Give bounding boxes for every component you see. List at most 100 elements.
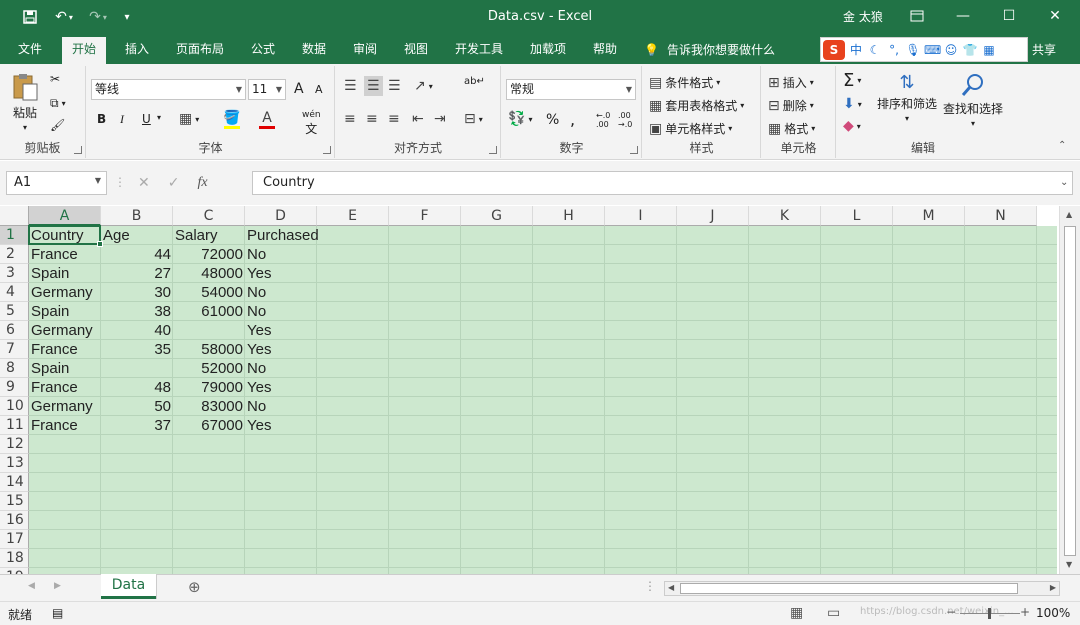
tab-page-layout[interactable]: 页面布局 [176, 40, 224, 64]
cell-c2[interactable]: 72000 [173, 245, 245, 264]
column-header-h[interactable]: H [533, 206, 605, 226]
cell-d2[interactable]: No [245, 245, 317, 264]
share-button[interactable]: 共享 [1032, 41, 1056, 58]
tab-file[interactable]: 文件 [18, 40, 42, 64]
column-header-b[interactable]: B [101, 206, 173, 226]
find-select-button[interactable]: 查找和选择 ▾ [943, 72, 1003, 128]
collapse-ribbon-icon[interactable]: ⌃ [1058, 140, 1066, 151]
comma-style-button[interactable]: , [570, 110, 575, 129]
clipboard-launcher-icon[interactable] [74, 146, 82, 154]
cell-c4[interactable]: 54000 [173, 283, 245, 302]
row-header[interactable]: 6 [0, 321, 29, 340]
moon-icon[interactable]: ☾ [867, 43, 883, 57]
insert-function-icon[interactable]: fx [197, 175, 207, 191]
clear-icon[interactable]: ◆ ▾ [843, 118, 861, 134]
prev-sheet-icon[interactable]: ◀ [28, 581, 35, 591]
cell-d3[interactable]: Yes [245, 264, 317, 283]
delete-cells-button[interactable]: ⊟ 删除 ▾ [768, 97, 814, 114]
format-painter-icon[interactable]: 🖌 [50, 118, 65, 132]
cell-b6[interactable]: 40 [101, 321, 173, 340]
column-header-f[interactable]: F [389, 206, 461, 226]
column-header-g[interactable]: G [461, 206, 533, 226]
orientation-icon[interactable]: ↗ ▾ [414, 78, 433, 94]
expand-formula-icon[interactable]: ⌄ [1060, 177, 1068, 188]
row-header[interactable]: 8 [0, 359, 29, 378]
next-sheet-icon[interactable]: ▶ [54, 581, 61, 591]
worksheet-grid[interactable]: ABCDEFGHIJKLMN 1 2 3 4 5 6 7 8 9 10 11 12 13 14 15 16 17… [0, 206, 1080, 574]
horizontal-scrollbar[interactable]: ◀ ▶ [664, 581, 1060, 596]
paste-button[interactable]: 粘贴 ▾ [10, 72, 40, 132]
phonetic-icon[interactable]: wén 文 [302, 110, 321, 137]
cell-c7[interactable]: 58000 [173, 340, 245, 359]
vertical-scroll-thumb[interactable] [1064, 226, 1076, 556]
cell-a3[interactable]: Spain [29, 264, 101, 283]
zoom-in-button[interactable]: + [1020, 605, 1030, 619]
tell-me-box[interactable]: 💡 告诉我你想要做什么 [644, 41, 775, 58]
new-sheet-icon[interactable]: ⊕ [188, 578, 201, 596]
copy-icon[interactable]: ⧉ ▾ [50, 96, 66, 111]
insert-cells-button[interactable]: ⊞ 插入 ▾ [768, 74, 814, 91]
cell-d7[interactable]: Yes [245, 340, 317, 359]
percent-style-button[interactable]: % [546, 112, 559, 128]
row-header[interactable]: 11 [0, 416, 29, 435]
cell-c8[interactable]: 52000 [173, 359, 245, 378]
column-header-k[interactable]: K [749, 206, 821, 226]
column-header-j[interactable]: J [677, 206, 749, 226]
cell-b1[interactable]: Age [101, 226, 173, 245]
font-color-icon[interactable]: A [259, 110, 275, 129]
row-header[interactable]: 17 [0, 530, 29, 549]
row-header[interactable]: 3 [0, 264, 29, 283]
cell-c9[interactable]: 79000 [173, 378, 245, 397]
align-middle-icon[interactable]: ☰ [364, 76, 383, 96]
tab-insert[interactable]: 插入 [125, 40, 149, 64]
user-icon[interactable]: ☺ [943, 43, 959, 57]
row-header[interactable]: 18 [0, 549, 29, 568]
cell-a6[interactable]: Germany [29, 321, 101, 340]
shrink-font-button[interactable]: A [315, 83, 323, 96]
border-icon[interactable]: ▦ ▾ [179, 111, 199, 127]
format-as-table-button[interactable]: ▦ 套用表格格式 ▾ [649, 97, 744, 114]
cell-d4[interactable]: No [245, 283, 317, 302]
cell-a8[interactable]: Spain [29, 359, 101, 378]
tab-view[interactable]: 视图 [404, 40, 428, 64]
row-header[interactable]: 2 [0, 245, 29, 264]
column-header-e[interactable]: E [317, 206, 389, 226]
decrease-indent-icon[interactable]: ⇤ [412, 111, 424, 127]
underline-dropdown-icon[interactable]: ▾ [157, 113, 161, 122]
cell-a11[interactable]: France [29, 416, 101, 435]
shirt-icon[interactable]: 👕 [962, 43, 978, 57]
align-center-icon[interactable]: ≡ [366, 111, 378, 127]
font-launcher-icon[interactable] [323, 146, 331, 154]
column-header-a[interactable]: A [29, 206, 101, 226]
cell-b5[interactable]: 38 [101, 302, 173, 321]
conditional-format-button[interactable]: ▤ 条件格式 ▾ [649, 74, 720, 91]
cell-a4[interactable]: Germany [29, 283, 101, 302]
fill-color-icon[interactable]: 🪣 [223, 110, 240, 129]
cell-a7[interactable]: France [29, 340, 101, 359]
cell-a5[interactable]: Spain [29, 302, 101, 321]
row-header[interactable]: 15 [0, 492, 29, 511]
cell-c10[interactable]: 83000 [173, 397, 245, 416]
cell-c5[interactable]: 61000 [173, 302, 245, 321]
row-header[interactable]: 1 [0, 226, 29, 245]
cell-d10[interactable]: No [245, 397, 317, 416]
row-header[interactable]: 5 [0, 302, 29, 321]
row-header[interactable]: 13 [0, 454, 29, 473]
cell-b7[interactable]: 35 [101, 340, 173, 359]
mic-icon[interactable]: 🎙 [905, 43, 921, 57]
select-all-corner[interactable] [0, 206, 29, 226]
cell-b10[interactable]: 50 [101, 397, 173, 416]
row-header[interactable]: 9 [0, 378, 29, 397]
column-header-c[interactable]: C [173, 206, 245, 226]
row-header[interactable]: 14 [0, 473, 29, 492]
ime-toolbar[interactable]: S 中 ☾ °, 🎙 ⌨ ☺ 👕 ▦ [820, 37, 1028, 62]
align-bottom-icon[interactable]: ☰ [388, 78, 401, 94]
cell-c1[interactable]: Salary [173, 226, 245, 245]
merge-center-icon[interactable]: ⊟ ▾ [464, 111, 483, 127]
row-header[interactable]: 12 [0, 435, 29, 454]
cell-c3[interactable]: 48000 [173, 264, 245, 283]
minimize-icon[interactable]: — [944, 4, 982, 28]
tab-addins[interactable]: 加载项 [530, 40, 566, 64]
cut-icon[interactable]: ✂ [50, 72, 60, 86]
bold-button[interactable]: B [97, 112, 106, 126]
